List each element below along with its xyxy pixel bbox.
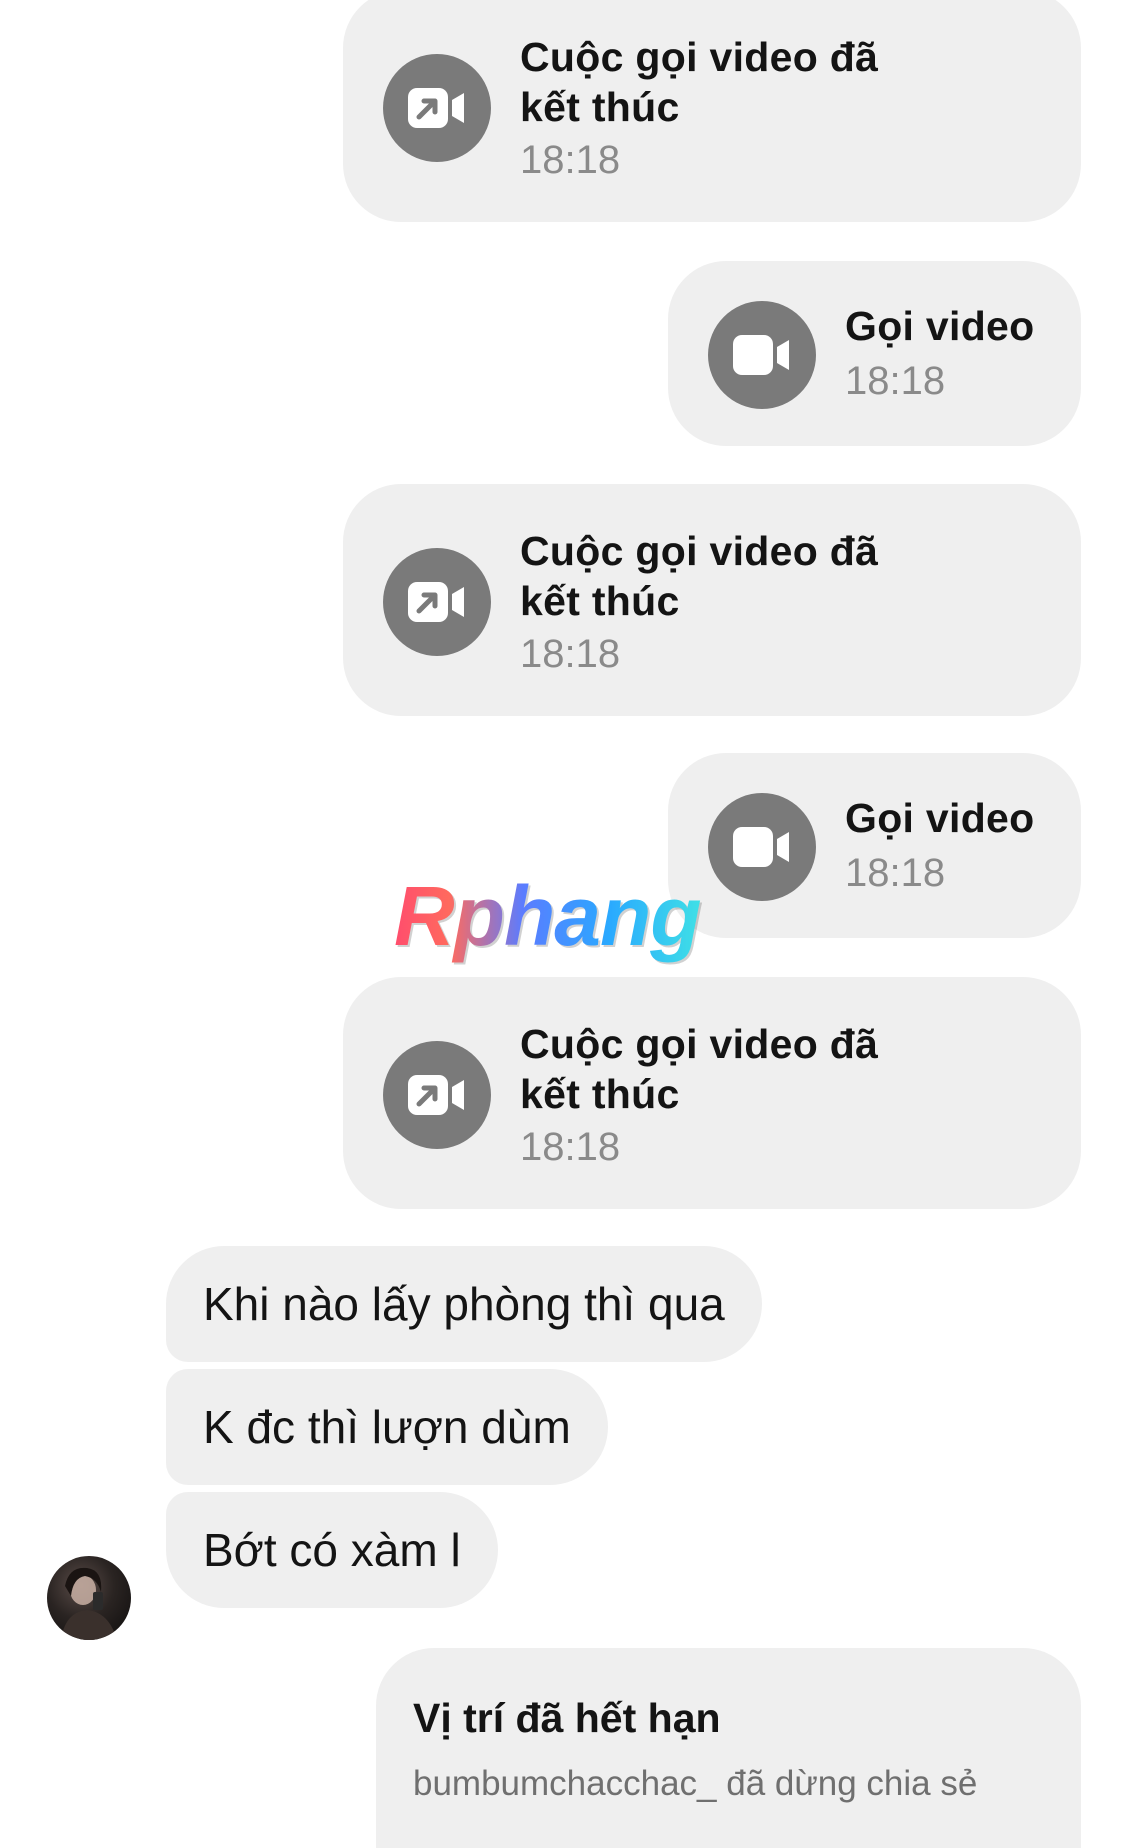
call-ended-message-1[interactable]: Cuộc gọi video đã kết thúc 18:18 <box>343 0 1081 222</box>
video-call-title: Gọi video <box>845 303 1035 349</box>
watermark-logo: Rphang <box>394 869 702 963</box>
incoming-message-3[interactable]: Bớt có xàm l <box>166 1492 498 1608</box>
video-call-title: Gọi video <box>845 795 1035 841</box>
call-ended-title: Cuộc gọi video đã kết thúc <box>520 528 879 624</box>
video-call-ended-icon <box>383 548 491 656</box>
avatar[interactable] <box>47 1556 131 1640</box>
video-call-ended-icon <box>383 1041 491 1149</box>
call-ended-title: Cuộc gọi video đã kết thúc <box>520 34 879 130</box>
call-time: 18:18 <box>520 632 621 676</box>
location-expired-message[interactable]: Vị trí đã hết hạn bumbumchacchac_ đã dừn… <box>376 1648 1081 1848</box>
video-camera-icon <box>708 793 816 901</box>
call-time: 18:18 <box>520 138 621 182</box>
video-camera-icon <box>708 301 816 409</box>
video-call-ended-icon <box>383 54 491 162</box>
message-text: Khi nào lấy phòng thì qua <box>203 1278 725 1330</box>
video-call-message-1[interactable]: Gọi video 18:18 <box>668 261 1081 446</box>
call-time: 18:18 <box>520 1125 621 1169</box>
location-title: Vị trí đã hết hạn <box>413 1695 721 1741</box>
message-text: Bớt có xàm l <box>203 1524 461 1576</box>
incoming-message-1[interactable]: Khi nào lấy phòng thì qua <box>166 1246 762 1362</box>
call-ended-message-2[interactable]: Cuộc gọi video đã kết thúc 18:18 <box>343 484 1081 716</box>
call-ended-message-3[interactable]: Cuộc gọi video đã kết thúc 18:18 <box>343 977 1081 1209</box>
call-time: 18:18 <box>845 851 946 895</box>
location-subtitle: bumbumchacchac_ đã dừng chia sẻ <box>413 1764 978 1803</box>
call-time: 18:18 <box>845 359 946 403</box>
video-call-message-2[interactable]: Gọi video 18:18 <box>668 753 1081 938</box>
message-text: K đc thì lượn dùm <box>203 1401 571 1453</box>
call-ended-title: Cuộc gọi video đã kết thúc <box>520 1021 879 1117</box>
incoming-message-2[interactable]: K đc thì lượn dùm <box>166 1369 608 1485</box>
